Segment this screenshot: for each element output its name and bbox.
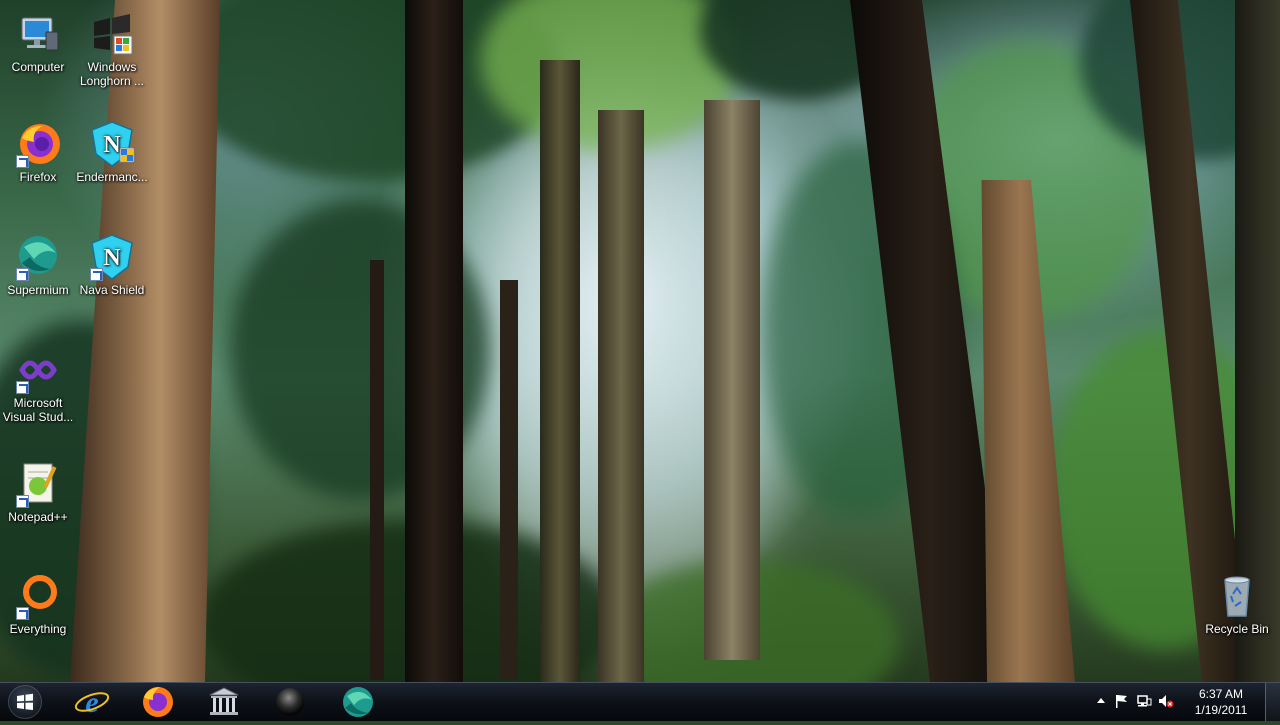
show-desktop-button[interactable]: [1265, 683, 1280, 721]
action-center-flag-icon[interactable]: [1114, 693, 1130, 709]
desktop-icon-label: Notepad++: [8, 510, 68, 524]
taskbar-firefox[interactable]: [128, 684, 188, 720]
shortcut-arrow-icon: [90, 268, 103, 281]
windows-logo-icon: [8, 685, 42, 719]
desktop-icon-endermanch[interactable]: N Endermanc...: [74, 120, 150, 184]
desktop-icon-label: Microsoft Visual Stud...: [2, 396, 74, 424]
start-button[interactable]: [2, 684, 50, 720]
computer-icon: [14, 10, 62, 58]
desktop-icon-computer[interactable]: Computer: [0, 10, 76, 74]
desktop-icon-label: Supermium: [7, 283, 69, 297]
desktop-icon-label: Windows Longhorn ...: [79, 60, 145, 88]
shortcut-arrow-icon: [16, 607, 29, 620]
desktop-icon-everything[interactable]: Everything: [0, 572, 76, 636]
desktop-icon-label: Nava Shield: [79, 283, 145, 297]
desktop-icon-label: Recycle Bin: [1205, 622, 1269, 636]
desktop-icon-firefox[interactable]: Firefox: [0, 120, 76, 184]
sphere-icon: [276, 688, 304, 716]
desktop-icon-supermium[interactable]: Supermium: [0, 233, 76, 297]
desktop-icon-label: Endermanc...: [76, 170, 148, 184]
volume-muted-icon[interactable]: [1158, 693, 1174, 709]
supermium-icon: [14, 233, 62, 281]
shield-n-icon: N: [88, 120, 136, 168]
shield-n-icon: N: [88, 233, 136, 281]
shortcut-arrow-icon: [16, 495, 29, 508]
desktop-icon-label: Firefox: [19, 170, 57, 184]
firefox-icon: [143, 687, 173, 717]
library-icon: [209, 687, 239, 715]
svg-text:e: e: [85, 686, 98, 719]
notepad-plus-plus-icon: [14, 460, 62, 508]
recycle-bin-icon: [1213, 572, 1261, 620]
internet-explorer-icon: e: [74, 686, 110, 719]
svg-text:N: N: [103, 245, 121, 271]
system-tray: 6:37 AM 1/19/2011: [1090, 683, 1280, 721]
taskbar-library[interactable]: [194, 684, 254, 720]
desktop-icon-nava-shield[interactable]: N Nava Shield: [74, 233, 150, 297]
svg-text:N: N: [103, 132, 121, 158]
desktop-icon-windows-longhorn[interactable]: Windows Longhorn ...: [74, 10, 150, 88]
network-icon[interactable]: [1136, 693, 1152, 709]
firefox-icon: [14, 120, 62, 168]
clock-date: 1/19/2011: [1194, 703, 1248, 717]
windows-setup-icon: [88, 10, 136, 58]
shortcut-arrow-icon: [16, 155, 29, 168]
show-hidden-icons-chevron-icon[interactable]: [1093, 693, 1109, 709]
desktop-wallpaper: [0, 0, 1280, 682]
desktop-icon-label: Computer: [11, 60, 65, 74]
clock-time: 6:37 AM: [1198, 687, 1244, 701]
everything-search-icon: [14, 572, 62, 620]
shortcut-arrow-icon: [16, 268, 29, 281]
desktop-icon-recycle-bin[interactable]: Recycle Bin: [1199, 572, 1275, 636]
shortcut-arrow-icon: [16, 381, 29, 394]
desktop-icon-notepad-plus-plus[interactable]: Notepad++: [0, 460, 76, 524]
taskbar: e 6:37 AM 1/19/2011: [0, 682, 1280, 721]
supermium-icon: [343, 687, 373, 717]
desktop-icon-visual-studio[interactable]: Microsoft Visual Stud...: [0, 346, 76, 424]
taskbar-internet-explorer[interactable]: e: [62, 684, 122, 720]
desktop-icon-label: Everything: [9, 622, 67, 636]
taskbar-sphere-app[interactable]: [260, 684, 320, 720]
taskbar-supermium[interactable]: [328, 684, 388, 720]
visual-studio-icon: [14, 346, 62, 394]
taskbar-clock[interactable]: 6:37 AM 1/19/2011: [1186, 686, 1256, 718]
